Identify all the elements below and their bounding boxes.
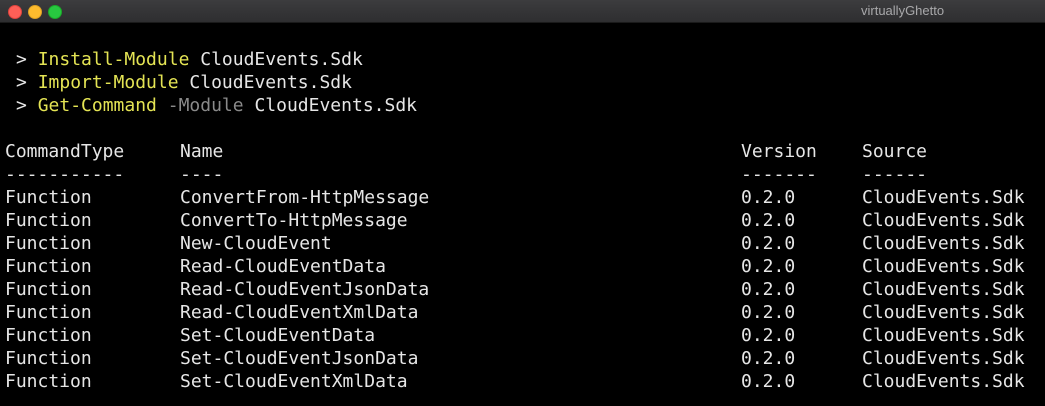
separator-commandtype: ----------- bbox=[5, 164, 125, 185]
prompt-symbol: > bbox=[16, 95, 27, 116]
cell-commandtype: Function bbox=[5, 325, 92, 346]
cell-version: 0.2.0 bbox=[741, 371, 796, 392]
cell-source: CloudEvents.Sdk bbox=[862, 279, 1025, 300]
cell-source: CloudEvents.Sdk bbox=[862, 325, 1025, 346]
cell-source: CloudEvents.Sdk bbox=[862, 233, 1025, 254]
prompt-symbol: > bbox=[16, 72, 27, 93]
cell-source: CloudEvents.Sdk bbox=[862, 187, 1025, 208]
header-version: Version bbox=[741, 141, 817, 162]
cell-commandtype: Function bbox=[5, 279, 92, 300]
title-bar[interactable]: virtuallyGhetto bbox=[0, 0, 1045, 23]
cell-name: Set-CloudEventData bbox=[180, 325, 376, 346]
cell-version: 0.2.0 bbox=[741, 233, 796, 254]
cell-source: CloudEvents.Sdk bbox=[862, 210, 1025, 231]
cell-source: CloudEvents.Sdk bbox=[862, 348, 1025, 369]
terminal-window: virtuallyGhetto > Install-Module CloudEv… bbox=[0, 0, 1045, 406]
prompt-symbol: > bbox=[16, 49, 27, 70]
separator-source: ------ bbox=[862, 164, 928, 185]
cell-source: CloudEvents.Sdk bbox=[862, 302, 1025, 323]
header-name: Name bbox=[180, 141, 224, 162]
cell-name: Read-CloudEventXmlData bbox=[180, 302, 419, 323]
command-line: > Get-Command -Module CloudEvents.Sdk bbox=[16, 94, 417, 117]
separator-name: ---- bbox=[180, 164, 224, 185]
cmdlet: Get-Command bbox=[37, 95, 157, 116]
window-title: virtuallyGhetto bbox=[861, 3, 945, 18]
cell-name: ConvertFrom-HttpMessage bbox=[180, 187, 430, 208]
cell-commandtype: Function bbox=[5, 302, 92, 323]
command-argument: CloudEvents.Sdk bbox=[254, 95, 418, 116]
header-commandtype: CommandType bbox=[5, 141, 125, 162]
zoom-window-button[interactable] bbox=[48, 5, 62, 19]
cmdlet: Import-Module bbox=[37, 72, 179, 93]
command-parameter: -Module bbox=[167, 95, 244, 116]
cell-name: New-CloudEvent bbox=[180, 233, 332, 254]
cell-commandtype: Function bbox=[5, 187, 92, 208]
cell-name: Set-CloudEventXmlData bbox=[180, 371, 408, 392]
command-line: > Install-Module CloudEvents.Sdk bbox=[16, 48, 363, 71]
cell-version: 0.2.0 bbox=[741, 302, 796, 323]
cell-source: CloudEvents.Sdk bbox=[862, 371, 1025, 392]
cell-commandtype: Function bbox=[5, 210, 92, 231]
cmdlet: Install-Module bbox=[37, 49, 190, 70]
cell-version: 0.2.0 bbox=[741, 256, 796, 277]
close-window-button[interactable] bbox=[8, 5, 22, 19]
command-argument: CloudEvents.Sdk bbox=[200, 49, 363, 70]
cell-version: 0.2.0 bbox=[741, 279, 796, 300]
cell-commandtype: Function bbox=[5, 348, 92, 369]
command-line: > Import-Module CloudEvents.Sdk bbox=[16, 71, 352, 94]
cell-version: 0.2.0 bbox=[741, 325, 796, 346]
cell-version: 0.2.0 bbox=[741, 348, 796, 369]
header-source: Source bbox=[862, 141, 928, 162]
cell-commandtype: Function bbox=[5, 256, 92, 277]
separator-version: ------- bbox=[741, 164, 817, 185]
command-argument: CloudEvents.Sdk bbox=[189, 72, 352, 93]
cell-commandtype: Function bbox=[5, 371, 92, 392]
cell-name: Set-CloudEventJsonData bbox=[180, 348, 419, 369]
cell-name: Read-CloudEventJsonData bbox=[180, 279, 430, 300]
cell-name: Read-CloudEventData bbox=[180, 256, 386, 277]
cell-name: ConvertTo-HttpMessage bbox=[180, 210, 408, 231]
minimize-window-button[interactable] bbox=[28, 5, 42, 19]
cell-version: 0.2.0 bbox=[741, 187, 796, 208]
cell-source: CloudEvents.Sdk bbox=[862, 256, 1025, 277]
cell-commandtype: Function bbox=[5, 233, 92, 254]
cell-version: 0.2.0 bbox=[741, 210, 796, 231]
